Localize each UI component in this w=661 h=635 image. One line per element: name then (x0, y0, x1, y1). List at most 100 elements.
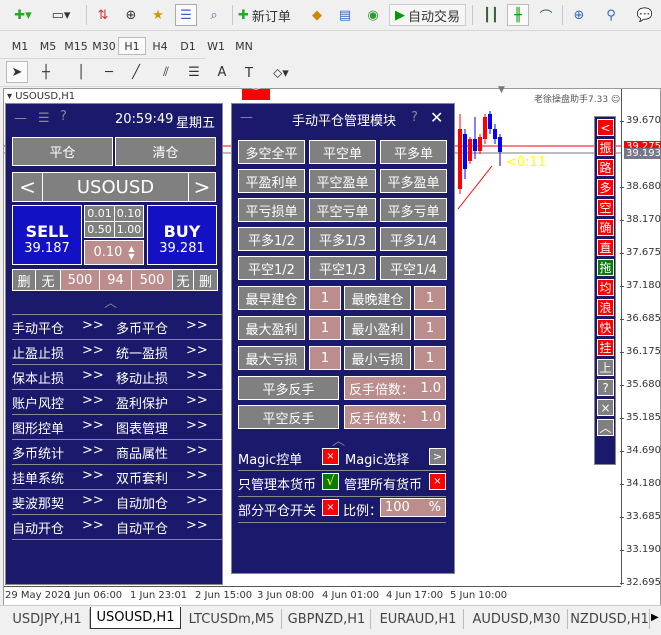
tester-icon[interactable]: ⌕ (203, 4, 225, 26)
close-button[interactable]: 平空1/2 (238, 256, 305, 280)
side-button[interactable]: 上 (597, 359, 614, 376)
timeframe-w1[interactable]: W1 (202, 37, 230, 55)
chart-tab[interactable]: NZDUSD,H1 (570, 609, 650, 629)
menu-arrow[interactable]: >> (186, 393, 208, 408)
close-button[interactable]: 平空亏单 (309, 198, 376, 222)
chart-tab[interactable]: USOUSD,H1 (90, 607, 181, 629)
chart-tab[interactable]: AUDUSD,M30 (466, 609, 568, 629)
chart-tab[interactable]: USDJPY,H1 (5, 609, 90, 629)
side-button[interactable]: 浪 (597, 299, 614, 316)
metaeditor-icon[interactable]: ◆ (306, 4, 328, 26)
side-button[interactable]: 路 (597, 159, 614, 176)
menu-item-7[interactable]: 盈利保护 (116, 393, 168, 412)
timeframe-d1[interactable]: D1 (174, 37, 202, 55)
shapes-dropdown-icon[interactable]: ⬦▾ (266, 62, 296, 84)
chat-icon[interactable]: 💬 (632, 4, 658, 26)
all-currencies-checkbox[interactable]: × (429, 473, 446, 490)
collapse-icon[interactable]: ︿ (104, 292, 117, 311)
prev-symbol-button[interactable]: < (12, 172, 43, 202)
close-by-order-button[interactable]: 最小亏损 (344, 346, 411, 370)
side-button[interactable]: 拖 (597, 259, 614, 276)
only-current-checkbox[interactable]: √ (322, 473, 339, 490)
sl-delete-button[interactable]: 删 (12, 269, 36, 291)
chart-tab[interactable]: EURAUD,H1 (373, 609, 464, 629)
horizontal-line-icon[interactable]: ─ (98, 61, 120, 83)
side-button[interactable]: × (597, 399, 614, 416)
sl-points-input[interactable]: 500 (60, 269, 100, 291)
close-by-order-button[interactable]: 最大亏损 (238, 346, 305, 370)
timeframe-h1[interactable]: H1 (118, 37, 146, 55)
panel-minimize-icon[interactable]: — (240, 110, 253, 125)
count-input[interactable]: 1 (414, 286, 446, 310)
cursor-icon[interactable]: ➤ (6, 61, 28, 83)
side-button[interactable]: 直 (597, 239, 614, 256)
radio-icon[interactable]: ◉ (362, 4, 384, 26)
zoom-in-icon[interactable]: ⊕ (568, 4, 590, 26)
menu-item-15[interactable]: 自动加仓 (116, 493, 168, 512)
menu-item-0[interactable]: 手动平仓 (12, 318, 64, 337)
menu-item-16[interactable]: 自动开仓 (12, 518, 64, 537)
panel-close-icon[interactable]: ✕ (430, 108, 443, 127)
close-button[interactable]: 平多亏单 (380, 198, 447, 222)
fibonacci-icon[interactable]: ☰ (183, 61, 205, 83)
menu-item-11[interactable]: 商品属性 (116, 443, 168, 462)
close-button[interactable]: 平空1/3 (309, 256, 376, 280)
menu-arrow[interactable]: >> (186, 418, 208, 433)
line-chart-icon[interactable]: ⌒ (535, 4, 557, 26)
panel-collapse-icon[interactable]: ︿ (332, 430, 345, 449)
menu-icon[interactable]: ☰ (38, 111, 50, 126)
menu-arrow[interactable]: >> (82, 393, 104, 408)
timeframe-mn[interactable]: MN (230, 37, 258, 55)
vertical-line-icon[interactable]: │ (70, 61, 92, 83)
close-button[interactable]: 平多单 (380, 140, 447, 164)
close-button[interactable]: 平空1/4 (380, 256, 447, 280)
menu-item-9[interactable]: 图表管理 (116, 418, 168, 437)
side-button[interactable]: 确 (597, 219, 614, 236)
lot-preset-0.50[interactable]: 0.50 (84, 221, 115, 238)
close-button[interactable]: 平多1/4 (380, 227, 447, 251)
reverse-multiplier-short[interactable]: 反手倍数： 1.0 (344, 405, 446, 429)
side-button[interactable]: ︿ (597, 419, 614, 436)
close-button[interactable]: 平空单 (309, 140, 376, 164)
count-input[interactable]: 1 (414, 346, 446, 370)
menu-arrow[interactable]: >> (82, 343, 104, 358)
menu-item-5[interactable]: 移动止损 (116, 368, 168, 387)
count-input[interactable]: 1 (309, 316, 341, 340)
equidistant-channel-icon[interactable]: ⫽ (155, 61, 177, 83)
menu-arrow[interactable]: >> (82, 443, 104, 458)
text-icon[interactable]: A (211, 61, 233, 83)
close-button[interactable]: 平空盈单 (309, 169, 376, 193)
magic-control-toggle[interactable]: × (322, 448, 339, 465)
menu-arrow[interactable]: >> (82, 418, 104, 433)
timeframe-m1[interactable]: M1 (6, 37, 34, 55)
new-order-button[interactable]: ✚ 新订单 (238, 4, 300, 26)
signals-icon[interactable]: ▤ (334, 4, 356, 26)
menu-item-17[interactable]: 自动平仓 (116, 518, 168, 537)
timeframe-m30[interactable]: M30 (90, 37, 118, 55)
zoom-out-icon[interactable]: ⚲ (600, 4, 622, 26)
close-button[interactable]: 多空全平 (238, 140, 305, 164)
menu-arrow[interactable]: >> (186, 318, 208, 333)
side-button[interactable]: 均 (597, 279, 614, 296)
close-by-order-button[interactable]: 最小盈利 (344, 316, 411, 340)
side-button[interactable]: < (597, 119, 614, 136)
help-icon[interactable]: ? (60, 109, 67, 124)
reverse-long-button[interactable]: 平多反手 (238, 376, 339, 400)
timeframe-m5[interactable]: M5 (34, 37, 62, 55)
tp-none-button[interactable]: 无 (172, 269, 194, 291)
ratio-input[interactable]: 100% (380, 498, 446, 517)
menu-item-13[interactable]: 双币套利 (116, 468, 168, 487)
sell-button[interactable]: SELL 39.187 (12, 205, 82, 265)
close-button[interactable]: 平多盈单 (380, 169, 447, 193)
close-position-button[interactable]: 平仓 (12, 137, 113, 166)
menu-item-12[interactable]: 挂单系统 (12, 468, 64, 487)
menu-arrow[interactable]: >> (186, 343, 208, 358)
partial-close-toggle[interactable]: × (322, 499, 339, 516)
close-by-order-button[interactable]: 最大盈利 (238, 316, 305, 340)
lot-size-input[interactable]: 0.10 ▲ ▼ (84, 240, 144, 265)
menu-arrow[interactable]: >> (186, 443, 208, 458)
tp-delete-button[interactable]: 删 (193, 269, 218, 291)
menu-item-2[interactable]: 止盈止损 (12, 343, 64, 362)
lot-preset-0.10[interactable]: 0.10 (114, 205, 144, 222)
close-button[interactable]: 平多1/3 (309, 227, 376, 251)
